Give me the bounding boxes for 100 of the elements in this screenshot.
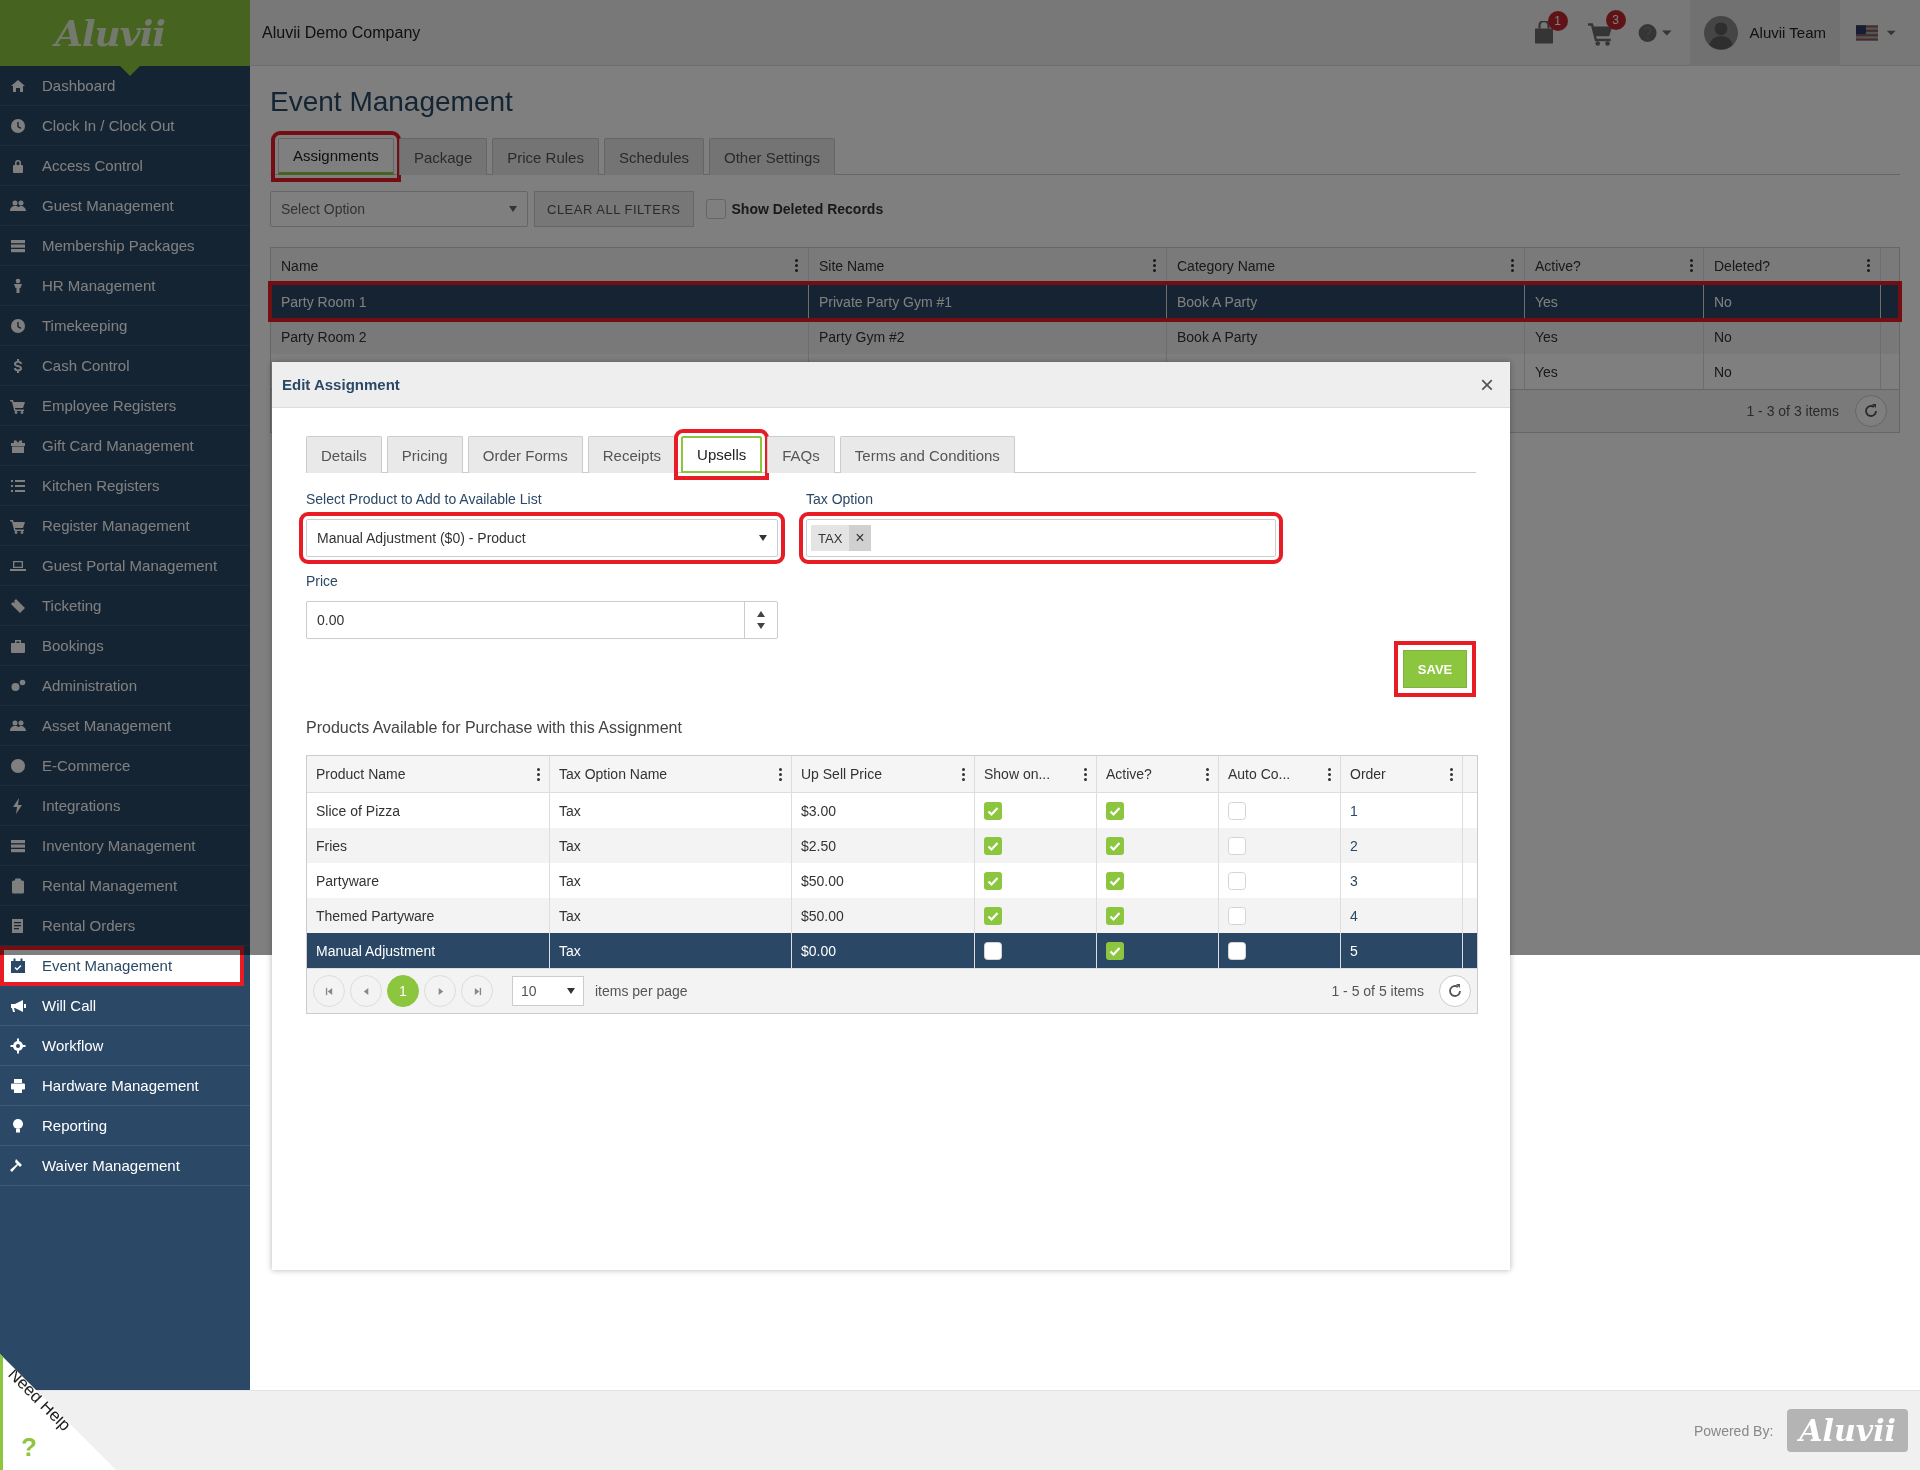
- tab[interactable]: Order Forms: [467, 436, 583, 473]
- sidebar-item[interactable]: Ticketing: [0, 586, 250, 626]
- sidebar-item[interactable]: Guest Portal Management: [0, 546, 250, 586]
- checkbox[interactable]: [1106, 836, 1124, 855]
- section-heading: Products Available for Purchase with this Assignment: [306, 719, 683, 737]
- checkbox[interactable]: [1106, 906, 1124, 925]
- sidebar-item[interactable]: Employee Registers: [0, 386, 250, 426]
- sidebar-item[interactable]: Bookings: [0, 626, 250, 666]
- checkbox[interactable]: [984, 801, 1002, 820]
- column-header[interactable]: Active?: [1097, 756, 1219, 792]
- checkbox[interactable]: [1106, 941, 1124, 960]
- checkbox[interactable]: [984, 871, 1002, 890]
- last-page-button[interactable]: [461, 975, 493, 1007]
- sidebar-item[interactable]: Kitchen Registers: [0, 466, 250, 506]
- checkbox-label: Show Deleted Records: [731, 201, 884, 217]
- filter-dropdown[interactable]: Select Option: [270, 191, 528, 227]
- sidebar-item[interactable]: Administration: [0, 666, 250, 706]
- first-page-button[interactable]: [313, 975, 345, 1007]
- column-menu-icon[interactable]: [1328, 767, 1331, 781]
- tab[interactable]: Pricing: [386, 436, 463, 473]
- cart-icon: [10, 517, 26, 534]
- table-cell: Yes: [1525, 319, 1704, 354]
- close-button[interactable]: ×: [1474, 369, 1500, 400]
- table-cell: Private Party Gym #1: [809, 284, 1167, 319]
- column-header[interactable]: Tax Option Name: [550, 756, 792, 792]
- tab[interactable]: Other Settings: [709, 138, 835, 175]
- remove-tag-button[interactable]: ×: [849, 525, 871, 551]
- items-per-page-label: items per page: [595, 983, 688, 999]
- sidebar-item[interactable]: Asset Management: [0, 706, 250, 746]
- tab[interactable]: Details: [306, 436, 382, 473]
- tab[interactable]: Schedules: [603, 138, 704, 175]
- help-icon[interactable]: [1637, 22, 1674, 43]
- notification-badge: 1: [1547, 10, 1568, 31]
- table-row[interactable]: Party Room 1 Private Party Gym #1 Book A Party Yes No: [271, 284, 1899, 319]
- column-menu-icon[interactable]: [537, 767, 540, 781]
- column-menu-icon[interactable]: [779, 767, 782, 781]
- column-header[interactable]: Up Sell Price: [792, 756, 975, 792]
- ticket-icon: [10, 597, 26, 614]
- column-menu-icon[interactable]: [962, 767, 965, 781]
- sidebar-item[interactable]: Timekeeping: [0, 306, 250, 346]
- sidebar-item[interactable]: Reporting: [0, 1106, 250, 1146]
- sidebar-item[interactable]: Rental Management: [0, 866, 250, 906]
- column-header[interactable]: Order: [1341, 756, 1463, 792]
- list-icon: [10, 477, 26, 494]
- checkbox[interactable]: [705, 199, 726, 219]
- checkbox[interactable]: [984, 906, 1002, 925]
- column-menu-icon[interactable]: [1206, 767, 1209, 781]
- tab[interactable]: Receipts: [587, 436, 677, 473]
- printer-icon: [10, 1077, 26, 1094]
- stack-icon: [10, 237, 26, 254]
- column-header[interactable]: Auto Co...: [1219, 756, 1341, 792]
- checkbox[interactable]: [1106, 801, 1124, 820]
- column-header[interactable]: Product Name: [307, 756, 550, 792]
- pager-summary: 1 - 3 of 3 items: [1746, 403, 1839, 419]
- tab[interactable]: FAQs: [767, 436, 835, 473]
- clear-filters-button[interactable]: CLEAR ALL FILTERS: [534, 191, 694, 227]
- price-field[interactable]: 0.00: [306, 601, 778, 639]
- sidebar-item[interactable]: Guest Management: [0, 186, 250, 226]
- column-header[interactable]: Show on...: [975, 756, 1097, 792]
- checkbox[interactable]: [1228, 836, 1246, 855]
- table-row[interactable]: Themed Partyware Tax $50.00 4: [307, 898, 1477, 933]
- sidebar-item[interactable]: Will Call: [0, 986, 250, 1026]
- sidebar-item[interactable]: Workflow: [0, 1026, 250, 1066]
- sidebar-item[interactable]: Cash Control: [0, 346, 250, 386]
- checkbox[interactable]: [1228, 906, 1246, 925]
- table-row[interactable]: Fries Tax $2.50 2: [307, 828, 1477, 863]
- checkbox[interactable]: [984, 836, 1002, 855]
- checkbox[interactable]: [1228, 871, 1246, 890]
- user-menu[interactable]: Aluvii Team: [1689, 0, 1840, 66]
- sidebar-item[interactable]: Register Management: [0, 506, 250, 546]
- sidebar-item[interactable]: Clock In / Clock Out: [0, 106, 250, 146]
- refresh-button[interactable]: [1855, 395, 1887, 427]
- calendar-icon: [10, 957, 26, 974]
- field-label: Select Product to Add to Available List: [306, 491, 543, 507]
- page-size-dropdown[interactable]: 10: [512, 976, 584, 1006]
- checkbox[interactable]: [984, 941, 1002, 960]
- table-cell: No: [1704, 319, 1881, 354]
- first-page-icon: [324, 986, 334, 996]
- checkbox[interactable]: [1228, 941, 1246, 960]
- sidebar-item[interactable]: Membership Packages: [0, 226, 250, 266]
- sidebar-item[interactable]: Waiver Management: [0, 1146, 250, 1186]
- refresh-button[interactable]: [1439, 975, 1471, 1007]
- checkbox[interactable]: [1228, 801, 1246, 820]
- sidebar-item[interactable]: Dashboard: [0, 66, 250, 106]
- table-row[interactable]: Manual Adjustment Tax $0.00 5: [307, 933, 1477, 968]
- column-menu-icon[interactable]: [1450, 767, 1453, 781]
- sidebar-item[interactable]: Gift Card Management: [0, 426, 250, 466]
- tab[interactable]: Terms and Conditions: [839, 436, 1015, 473]
- sidebar-item[interactable]: Integrations: [0, 786, 250, 826]
- tab[interactable]: Package: [398, 138, 488, 175]
- logo: Aluvii: [54, 12, 166, 54]
- sidebar-item[interactable]: Hardware Management: [0, 1066, 250, 1106]
- sidebar-item[interactable]: Inventory Management: [0, 826, 250, 866]
- column-menu-icon[interactable]: [1084, 767, 1087, 781]
- sidebar-item[interactable]: Event Management: [0, 946, 244, 986]
- checkbox[interactable]: [1106, 871, 1124, 890]
- tab[interactable]: Price Rules: [492, 138, 599, 175]
- sidebar-item[interactable]: HR Management: [0, 266, 250, 306]
- sidebar-item[interactable]: Access Control: [0, 146, 250, 186]
- sidebar-item[interactable]: E-Commerce: [0, 746, 250, 786]
